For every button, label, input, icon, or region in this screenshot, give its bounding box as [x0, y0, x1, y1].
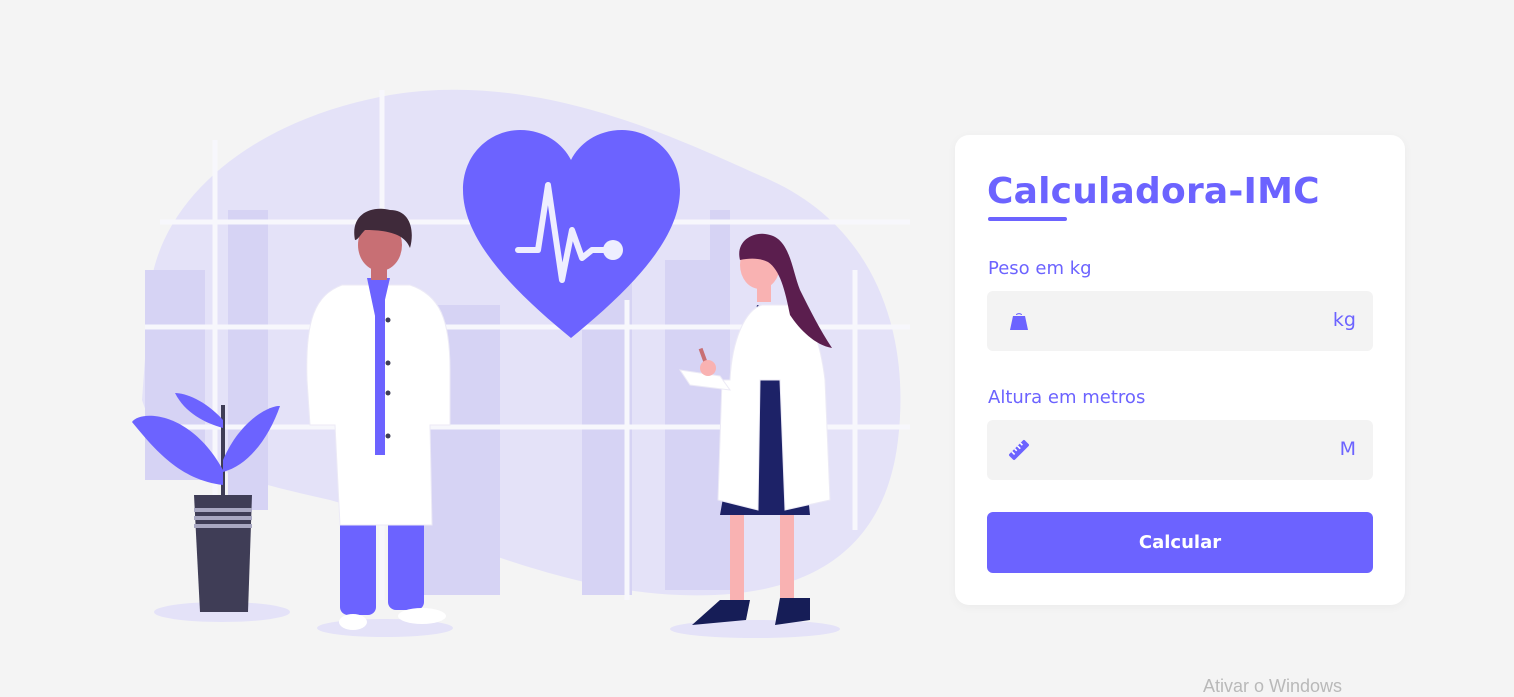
weight-icon: [1010, 313, 1028, 330]
bmi-calculator-card: Calculadora-IMC Peso em kg kg Altura em …: [955, 135, 1405, 605]
height-label: Altura em metros: [988, 387, 1146, 408]
ruler-icon: [1009, 440, 1029, 460]
doctors-heart-illustration: [132, 89, 910, 638]
weight-field[interactable]: kg: [987, 291, 1373, 353]
weight-label: Peso em kg: [988, 258, 1092, 279]
windows-activation-watermark: Ativar o Windows: [1203, 676, 1343, 696]
height-field[interactable]: M: [987, 420, 1373, 482]
height-input[interactable]: [1043, 420, 1307, 482]
weight-input[interactable]: [1043, 291, 1307, 353]
height-unit: M: [1339, 438, 1356, 460]
weight-unit: kg: [1332, 309, 1356, 331]
calculate-button[interactable]: Calcular: [987, 512, 1373, 573]
page-title: Calculadora-IMC: [987, 171, 1320, 212]
title-underline: [988, 217, 1067, 221]
